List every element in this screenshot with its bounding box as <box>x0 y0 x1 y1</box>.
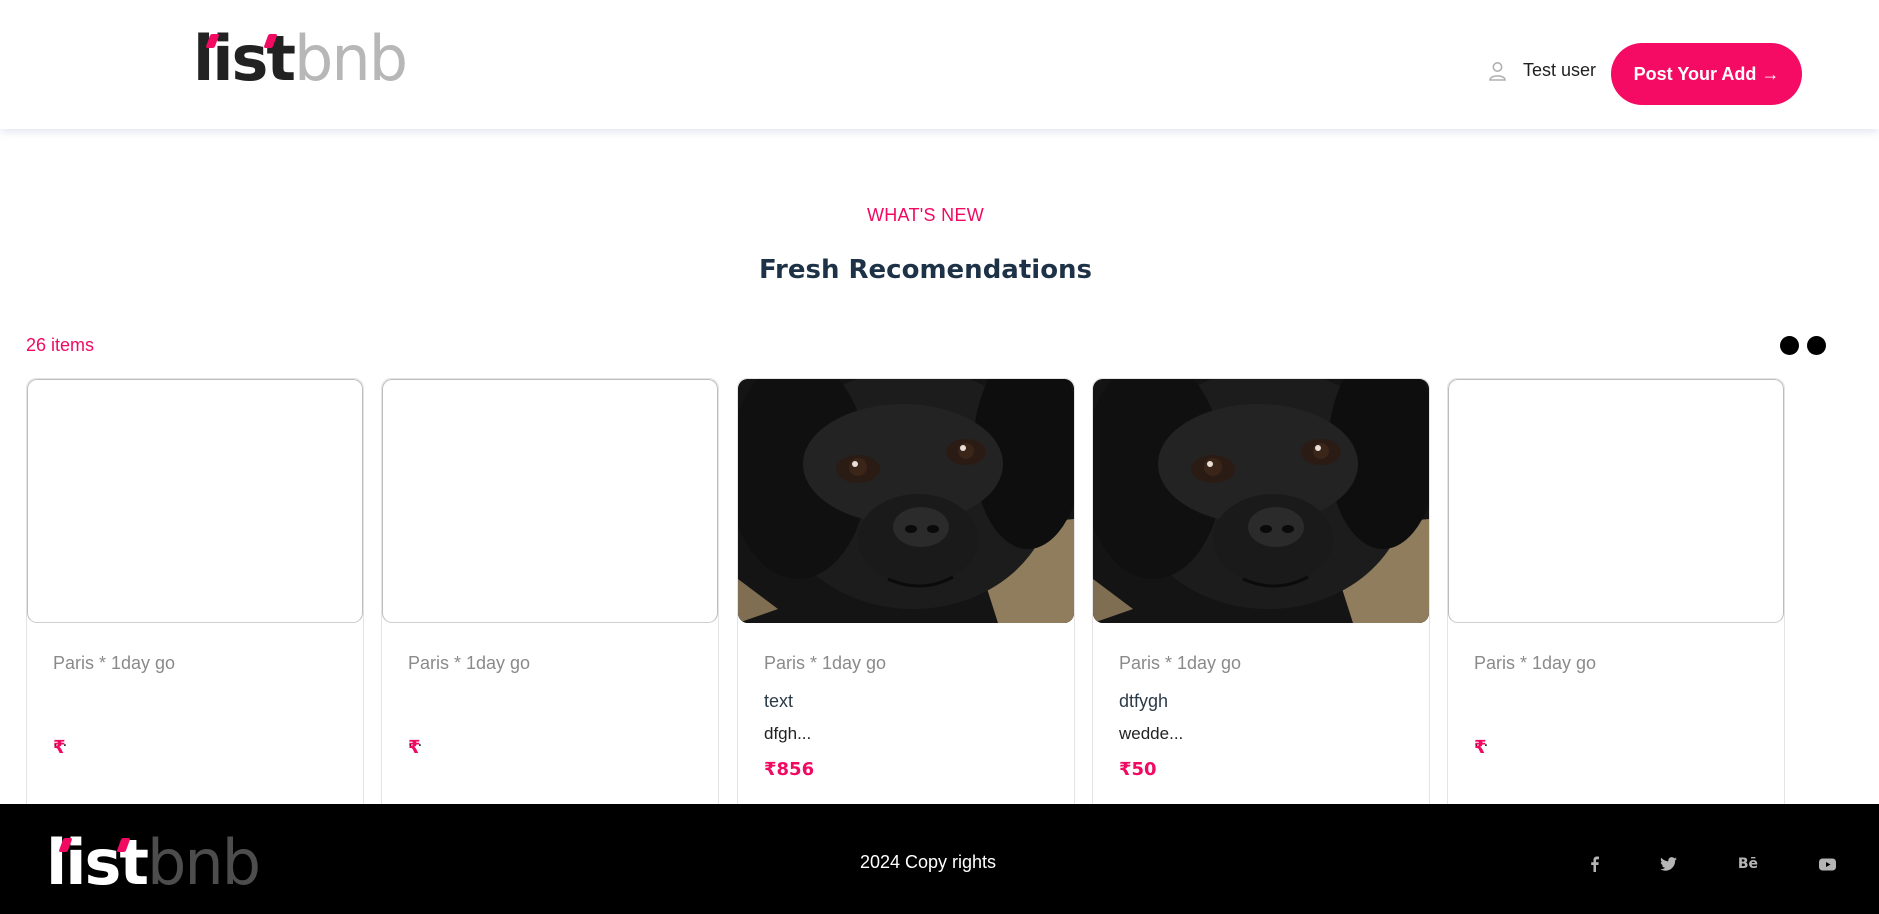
social-links: Bē <box>1590 854 1836 874</box>
listing-description: wedde... <box>1119 724 1184 743</box>
listing-title: dtfygh <box>1119 691 1169 711</box>
listing-meta: Paris * 1day go <box>1474 653 1597 673</box>
user-icon <box>1489 61 1506 81</box>
youtube-icon[interactable] <box>1818 854 1836 874</box>
section-title: Fresh Recomendations <box>758 255 1093 285</box>
listing-meta: Paris * 1day go <box>53 653 176 673</box>
listing-price: ₹856 <box>764 759 815 780</box>
listing-price: ₹50 <box>1119 759 1157 780</box>
listing-image-placeholder <box>1448 379 1784 623</box>
listing-card[interactable]: Paris * 1day go ... ₹ <box>26 378 364 818</box>
listing-card[interactable]: Paris * 1day go ... ₹ <box>1447 378 1785 818</box>
listing-image-placeholder <box>382 379 718 623</box>
listing-meta: Paris * 1day go <box>1119 653 1242 673</box>
site-footer: listbnb 2024 Copy rights Bē <box>0 804 1879 914</box>
listing-meta: Paris * 1day go <box>408 653 531 673</box>
copyright-text: 2024 Copy rights <box>859 852 997 872</box>
section-eyebrow: WHAT'S NEW <box>866 205 985 225</box>
listing-image <box>1093 379 1429 623</box>
items-count: 26 items <box>26 335 95 355</box>
listing-price: ₹ <box>408 737 421 758</box>
twitter-icon[interactable] <box>1660 854 1677 874</box>
carousel-dot-next[interactable] <box>1807 336 1826 355</box>
listing-card[interactable]: Paris * 1day go text dfgh... ₹856 <box>737 378 1075 818</box>
listing-title: text <box>764 691 794 711</box>
user-menu[interactable]: Test user <box>1488 60 1596 81</box>
facebook-icon[interactable] <box>1590 854 1599 874</box>
listing-image-placeholder <box>27 379 363 623</box>
listing-meta: Paris * 1day go <box>764 653 887 673</box>
carousel-dots <box>1780 336 1826 355</box>
listing-price: ₹ <box>1474 737 1487 758</box>
puppy-photo <box>1093 379 1429 623</box>
listing-description: dfgh... <box>764 724 812 743</box>
site-header: listbnb Test user Post Your Add → <box>0 0 1879 129</box>
listing-card[interactable]: Paris * 1day go dtfygh wedde... ₹50 <box>1092 378 1430 818</box>
behance-icon[interactable]: Bē <box>1738 854 1758 874</box>
carousel-dot-prev[interactable] <box>1780 336 1799 355</box>
user-name: Test user <box>1523 60 1597 80</box>
listing-image <box>738 379 1074 623</box>
listing-price: ₹ <box>53 737 66 758</box>
logo[interactable]: listbnb <box>193 28 408 90</box>
post-your-add-button[interactable]: Post Your Add → <box>1611 43 1802 105</box>
listing-card[interactable]: Paris * 1day go ... ₹ <box>381 378 719 818</box>
puppy-photo <box>738 379 1074 623</box>
